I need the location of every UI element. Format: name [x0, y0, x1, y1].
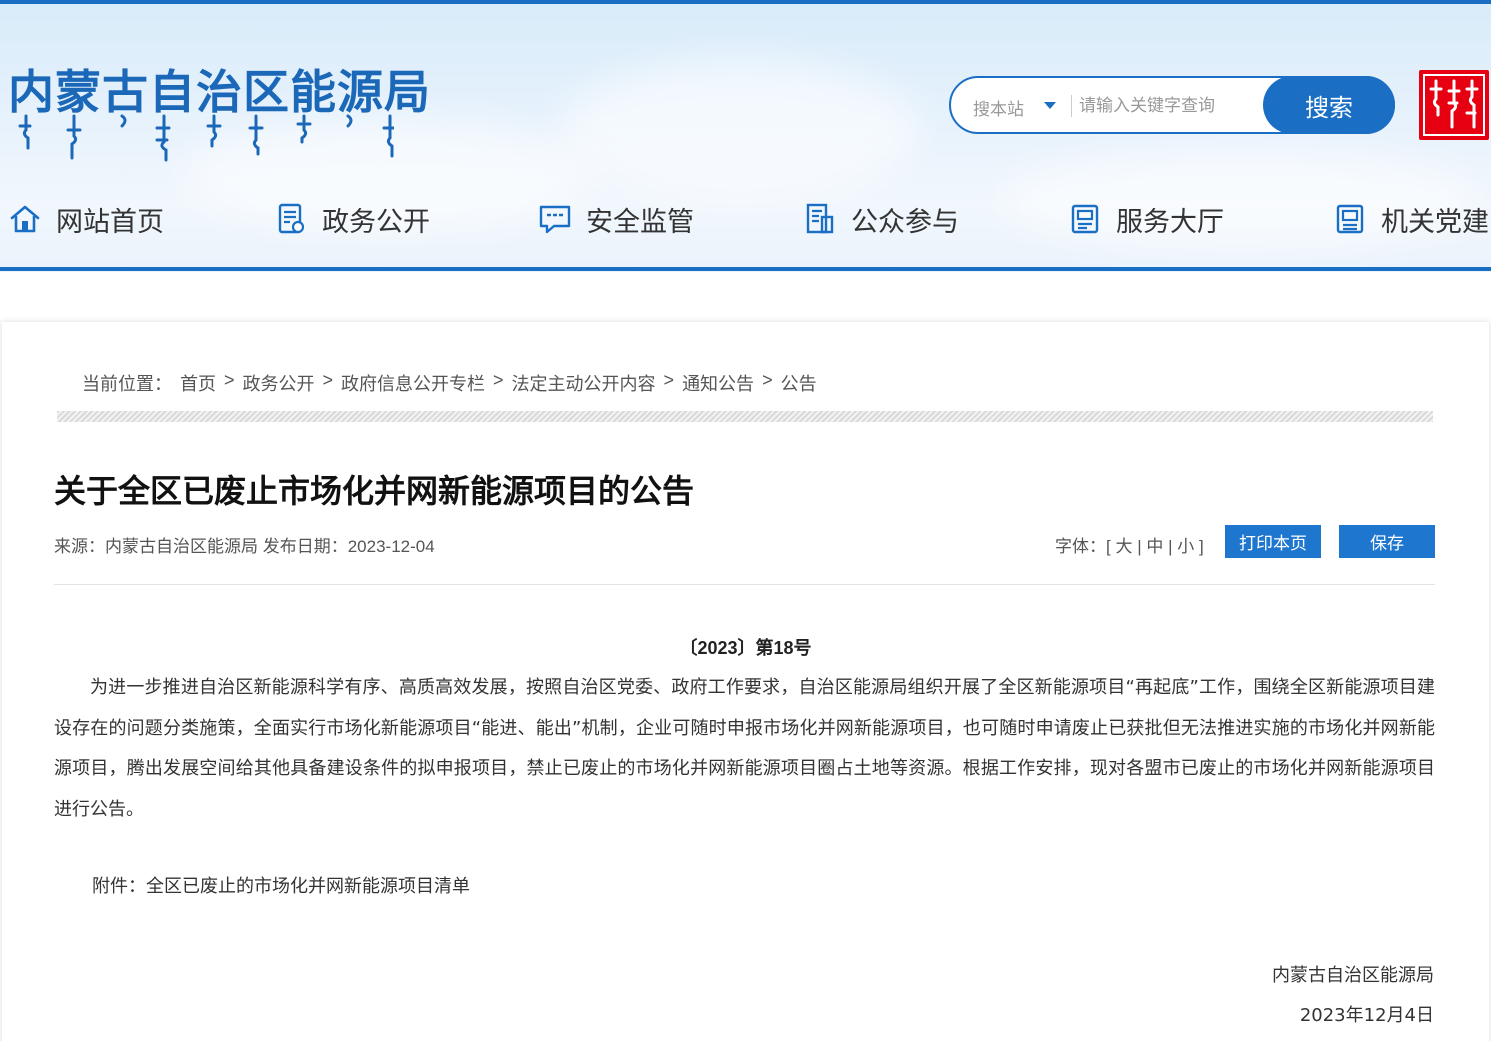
- nav-label: 安全监管: [586, 206, 694, 238]
- signature-date: 2023年12月4日: [1299, 1005, 1434, 1026]
- nav-label: 机关党建: [1381, 206, 1489, 238]
- party-icon: [1336, 204, 1364, 234]
- font-size-divider: |: [1137, 537, 1142, 556]
- font-size-label: 字体：: [1055, 537, 1106, 556]
- article-body: 为进一步推进自治区新能源科学有序、高质高效发展，按照自治区党委、政府工作要求，自…: [54, 677, 1435, 820]
- service-icon: [1071, 204, 1099, 234]
- breadcrumb-separator: >: [224, 370, 235, 390]
- search-button[interactable]: 搜索: [1263, 76, 1395, 134]
- signature-organization: 内蒙古自治区能源局: [1272, 965, 1434, 986]
- breadcrumb-separator: >: [322, 370, 334, 390]
- form-icon: [806, 203, 834, 234]
- main-nav: 网站首页 政务公开 安全监管 公众参与 服务大厅 机关党建: [0, 196, 1491, 246]
- breadcrumb-item-statutory-content[interactable]: 法定主动公开内容: [512, 370, 656, 396]
- breadcrumb-separator: >: [663, 370, 675, 390]
- font-size-medium[interactable]: 中: [1146, 537, 1163, 556]
- nav-label: 网站首页: [56, 206, 164, 238]
- chat-icon: [539, 205, 571, 234]
- font-size-small[interactable]: 小: [1177, 537, 1194, 556]
- header-bottom-line: [0, 267, 1491, 271]
- nav-item-service-hall[interactable]: 服务大厅: [1068, 196, 1224, 242]
- breadcrumb-item-government-affairs[interactable]: 政务公开: [243, 370, 315, 396]
- font-size-large[interactable]: 大: [1115, 537, 1132, 556]
- document-number: 〔2023〕第18号: [679, 638, 812, 658]
- breadcrumb-item-announcement[interactable]: 公告: [781, 370, 817, 396]
- print-button[interactable]: 打印本页: [1225, 525, 1321, 558]
- home-icon: [10, 205, 40, 233]
- breadcrumb-item-notices[interactable]: 通知公告: [682, 370, 754, 396]
- site-header: 内蒙古自治区能源局 搜本站 搜索: [0, 0, 1491, 272]
- nav-item-public-participation[interactable]: 公众参与: [803, 196, 959, 242]
- breadcrumb-separator: >: [762, 370, 773, 390]
- seal-icon: [1423, 74, 1485, 136]
- article-title: 关于全区已废止市场化并网新能源项目的公告: [54, 472, 695, 510]
- header-top-line: [0, 0, 1491, 4]
- search-input[interactable]: [1079, 90, 1259, 122]
- attachment-link[interactable]: 附件：全区已废止的市场化并网新能源项目清单: [92, 872, 470, 898]
- search-box: 搜本站 搜索: [949, 76, 1395, 134]
- nav-label: 服务大厅: [1116, 206, 1224, 238]
- search-scope-select[interactable]: 搜本站: [973, 95, 1024, 120]
- nav-item-party-building[interactable]: 机关党建: [1333, 196, 1489, 242]
- nav-label: 政务公开: [322, 206, 430, 238]
- font-size-bracket-open: [: [1106, 537, 1111, 556]
- breadcrumb-item-home[interactable]: 首页: [180, 370, 216, 396]
- font-size-control: 字体：[ 大 | 中 | 小 ]: [1055, 532, 1204, 557]
- breadcrumb-item-info-disclosure[interactable]: 政府信息公开专栏: [341, 370, 485, 396]
- document-icon: [278, 203, 305, 234]
- meta-divider: [54, 584, 1435, 585]
- nav-label: 公众参与: [851, 206, 959, 238]
- font-size-bracket-close: ]: [1198, 537, 1204, 556]
- breadcrumb-prefix: 当前位置：: [82, 374, 172, 394]
- mongolian-script-logo: [18, 114, 394, 162]
- nav-item-safety-supervision[interactable]: 安全监管: [538, 196, 694, 242]
- nav-item-government-affairs[interactable]: 政务公开: [274, 196, 430, 242]
- mongolian-seal-logo[interactable]: [1419, 70, 1489, 140]
- chevron-down-icon[interactable]: [1044, 102, 1056, 109]
- article-meta: 来源：内蒙古自治区能源局 发布日期：2023-12-04: [54, 537, 435, 556]
- header-cloud: [560, 60, 920, 200]
- nav-item-home[interactable]: 网站首页: [8, 196, 164, 242]
- hatched-divider: [57, 411, 1433, 422]
- font-size-divider: |: [1168, 537, 1173, 556]
- save-button[interactable]: 保存: [1339, 525, 1435, 558]
- breadcrumb-separator: >: [493, 370, 504, 390]
- breadcrumb: 当前位置： 首页 > 政务公开 > 政府信息公开专栏 > 法定主动公开内容 > …: [82, 370, 817, 396]
- search-divider: [1071, 95, 1072, 117]
